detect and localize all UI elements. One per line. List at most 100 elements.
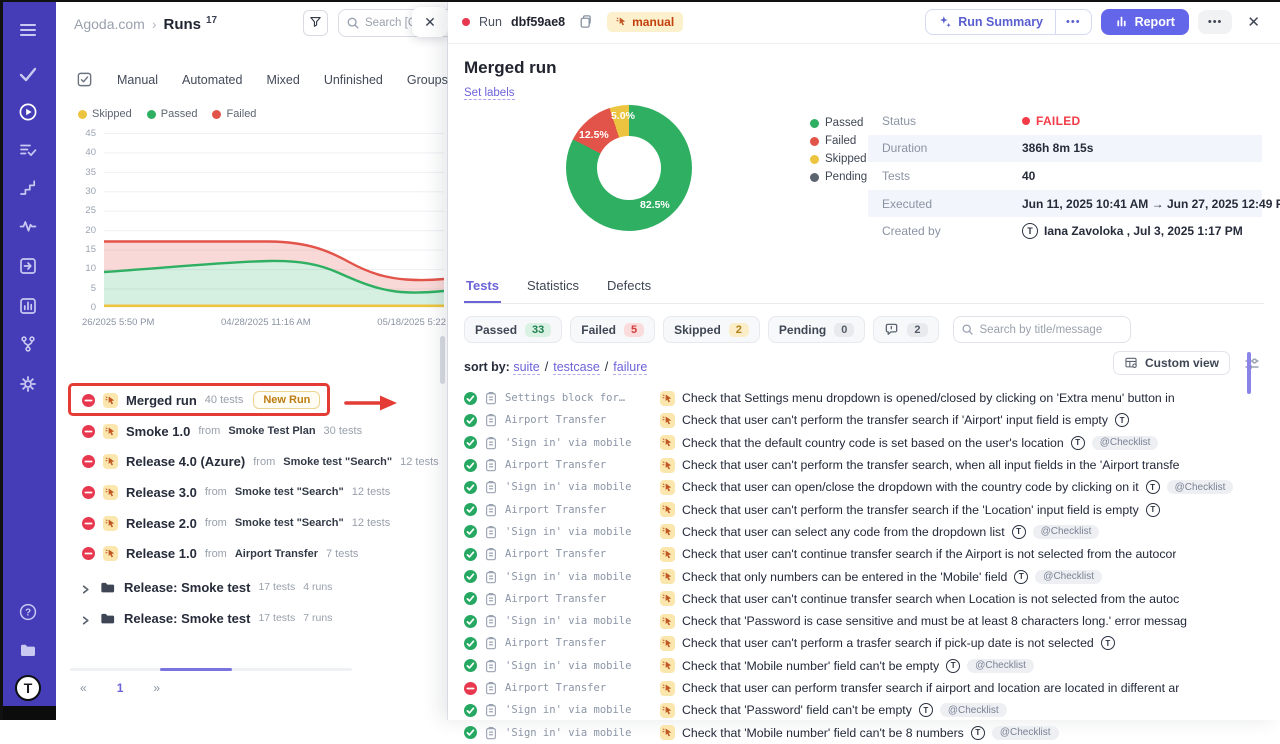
breadcrumb-project[interactable]: Agoda.com [74, 16, 145, 32]
test-suite-name[interactable]: 'Sign in' via mobile [505, 526, 653, 538]
detail-close-button[interactable]: ✕ [1241, 11, 1266, 33]
test-suite-name[interactable]: Airport Transfer [505, 459, 653, 471]
test-suite-name[interactable]: 'Sign in' via mobile [505, 615, 653, 627]
run-group-name[interactable]: Release: Smoke test [124, 580, 250, 595]
run-name[interactable]: Release 3.0 [126, 485, 197, 500]
test-title[interactable]: Check that user can select any code from… [682, 525, 1005, 539]
test-title[interactable]: Check that only numbers can be entered i… [682, 570, 1007, 584]
test-row[interactable]: 'Sign in' via mobile Check that user can… [464, 521, 1264, 543]
run-row[interactable]: Release 1.0 from Airport Transfer 7 test… [56, 538, 447, 569]
status-chip[interactable]: Skipped 2 [663, 316, 760, 343]
test-row[interactable]: 'Sign in' via mobile Check that 'Mobile … [464, 721, 1264, 743]
test-title[interactable]: Check that 'Password' field can't be emp… [682, 703, 912, 717]
set-labels-link[interactable]: Set labels [464, 87, 515, 100]
test-suite-name[interactable]: 'Sign in' via mobile [505, 437, 653, 449]
run-plan-name[interactable]: Smoke test "Search" [283, 456, 392, 468]
test-title[interactable]: Check that user can't perform the transf… [682, 458, 1180, 472]
sort-by-suite-link[interactable]: suite [513, 360, 539, 375]
detail-tab[interactable]: Statistics [525, 271, 581, 303]
tab-groups[interactable]: Groups [407, 73, 448, 87]
test-title[interactable]: Check that Settings menu dropdown is ope… [682, 391, 1175, 405]
status-chip[interactable]: Failed 5 [570, 316, 655, 343]
tab-manual[interactable]: Manual [117, 73, 158, 87]
select-all-icon[interactable] [76, 71, 93, 88]
run-plan-name[interactable]: Smoke test "Search" [235, 517, 344, 529]
pagination-page-1[interactable]: 1 [117, 681, 124, 695]
run-row[interactable]: Release 4.0 (Azure) from Smoke test "Sea… [56, 446, 447, 477]
run-row[interactable]: Release 3.0 from Smoke test "Search" 12 … [56, 477, 447, 508]
run-name[interactable]: Smoke 1.0 [126, 424, 190, 439]
run-plan-name[interactable]: Smoke test "Search" [235, 486, 344, 498]
test-row[interactable]: 'Sign in' via mobile Check that user can… [464, 476, 1264, 498]
test-row[interactable]: 'Sign in' via mobile Check that 'Passwor… [464, 699, 1264, 721]
test-row[interactable]: Airport Transfer Check that user can per… [464, 677, 1264, 699]
integrations-icon[interactable] [18, 334, 38, 354]
test-title[interactable]: Check that user can't continue transfer … [682, 547, 1176, 561]
run-plan-name[interactable]: Smoke Test Plan [228, 425, 315, 437]
test-row[interactable]: Airport Transfer Check that user can't p… [464, 632, 1264, 654]
run-name[interactable]: Release 4.0 (Azure) [126, 454, 245, 469]
test-cases-icon[interactable] [18, 64, 38, 84]
test-title[interactable]: Check that user can't continue transfer … [682, 592, 1179, 606]
activity-icon[interactable] [18, 216, 38, 236]
test-row[interactable]: 'Sign in' via mobile Check that the defa… [464, 432, 1264, 454]
user-avatar[interactable]: T [15, 675, 41, 701]
test-title[interactable]: Check that 'Password is case sensitive a… [682, 614, 1187, 628]
test-suite-name[interactable]: 'Sign in' via mobile [505, 704, 653, 716]
test-row[interactable]: Airport Transfer Check that user can't c… [464, 588, 1264, 610]
test-suite-name[interactable]: 'Sign in' via mobile [505, 727, 653, 739]
requirements-icon[interactable] [18, 256, 38, 276]
custom-view-button[interactable]: Custom view [1113, 351, 1230, 375]
test-suite-name[interactable]: Settings block for… [505, 392, 653, 404]
test-row[interactable]: Airport Transfer Check that user can't p… [464, 409, 1264, 431]
test-runs-icon[interactable] [18, 102, 38, 122]
status-chip[interactable]: 2 [873, 316, 938, 343]
panel-close-button[interactable]: ✕ [412, 7, 448, 37]
breadcrumb-page[interactable]: Runs [164, 16, 202, 33]
milestones-icon[interactable] [18, 178, 38, 198]
test-row[interactable]: Airport Transfer Check that user can't p… [464, 498, 1264, 520]
test-title[interactable]: Check that 'Mobile number' field can't b… [682, 659, 939, 673]
tab-mixed[interactable]: Mixed [266, 73, 299, 87]
test-row[interactable]: Airport Transfer Check that user can't p… [464, 454, 1264, 476]
pagination-prev[interactable]: « [80, 681, 87, 695]
chevron-right-icon[interactable] [80, 582, 91, 593]
run-group-row[interactable]: Release: Smoke test 17 tests 4 runs [56, 572, 447, 603]
settings-gear-icon[interactable] [18, 374, 38, 394]
test-plans-icon[interactable] [18, 140, 38, 160]
run-name[interactable]: Merged run [126, 393, 197, 408]
help-icon[interactable]: ? [18, 602, 38, 622]
test-title[interactable]: Check that the default country code is s… [682, 436, 1064, 450]
test-row[interactable]: 'Sign in' via mobile Check that 'Mobile … [464, 655, 1264, 677]
run-summary-button[interactable]: Run Summary [926, 10, 1055, 34]
run-name[interactable]: Release 1.0 [126, 546, 197, 561]
tests-list-scrollbar[interactable] [1247, 352, 1251, 394]
sort-by-testcase-link[interactable]: testcase [553, 360, 600, 375]
test-suite-name[interactable]: 'Sign in' via mobile [505, 660, 653, 672]
run-summary-more-button[interactable]: ••• [1055, 10, 1091, 34]
run-name[interactable]: Release 2.0 [126, 516, 197, 531]
detail-tab[interactable]: Tests [464, 271, 501, 303]
copy-icon[interactable] [577, 14, 592, 29]
test-row[interactable]: Settings block for… Check that Settings … [464, 387, 1264, 409]
test-suite-name[interactable]: Airport Transfer [505, 504, 653, 516]
test-title[interactable]: Check that user can open/close the dropd… [682, 480, 1139, 494]
filter-button[interactable] [303, 10, 328, 36]
tab-unfinished[interactable]: Unfinished [324, 73, 383, 87]
test-title[interactable]: Check that user can't perform the transf… [682, 503, 1139, 517]
status-chip[interactable]: Pending 0 [768, 316, 865, 343]
test-suite-name[interactable]: Airport Transfer [505, 548, 653, 560]
run-group-row[interactable]: Release: Smoke test 17 tests 7 runs [56, 603, 447, 634]
test-title[interactable]: Check that user can't perform the transf… [682, 413, 1108, 427]
pagination-thumb[interactable] [160, 668, 232, 671]
tab-automated[interactable]: Automated [182, 73, 242, 87]
pagination-track[interactable] [70, 668, 352, 671]
test-title[interactable]: Check that user can perform transfer sea… [682, 681, 1179, 695]
test-suite-name[interactable]: Airport Transfer [505, 414, 653, 426]
sort-by-failure-link[interactable]: failure [613, 360, 647, 375]
test-suite-name[interactable]: Airport Transfer [505, 637, 653, 649]
run-row[interactable]: Release 2.0 from Smoke test "Search" 12 … [56, 508, 447, 539]
test-suite-name[interactable]: Airport Transfer [505, 593, 653, 605]
chevron-right-icon[interactable] [80, 613, 91, 624]
analytics-icon[interactable] [18, 296, 38, 316]
